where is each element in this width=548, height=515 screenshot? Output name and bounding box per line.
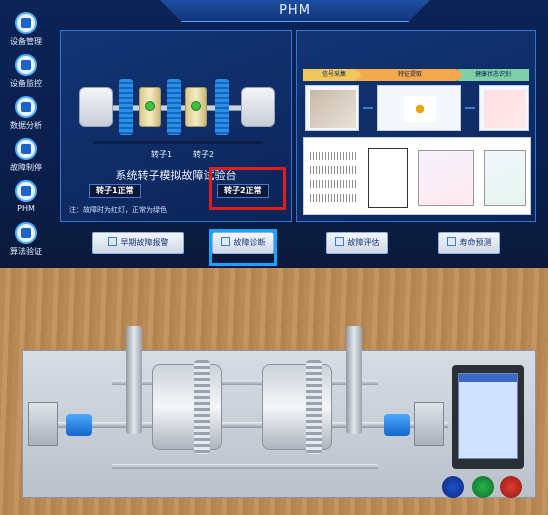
motor-right (241, 87, 275, 127)
rotor-1-status-light (145, 101, 155, 111)
feature-network-figure (377, 85, 461, 131)
step-feature-extraction: 特征提取 (355, 69, 465, 81)
rotor1-status-button[interactable]: 转子1正常 (89, 184, 141, 198)
fault-assessment-label: 故障评估 (347, 238, 380, 247)
sidebar-item-label: 设备监控 (10, 79, 42, 88)
algorithm-verify-icon (15, 222, 37, 244)
warning-icon (107, 237, 117, 246)
guide-rod (112, 464, 378, 469)
assessment-icon (334, 237, 344, 246)
red-button[interactable] (500, 476, 522, 498)
rotor-base (93, 141, 263, 144)
feature-line-plot (418, 150, 474, 206)
rotor-diagram (73, 61, 281, 153)
phm-page: PHM 设备管理 设备监控 数据分析 故障制停 PHM 算法验证 转子1 转子2… (0, 0, 548, 515)
fault-assessment-button[interactable]: 故障评估 (326, 232, 388, 254)
bearing-block-left (28, 402, 58, 446)
control-display (452, 365, 524, 469)
rotor-gear-2 (306, 360, 322, 454)
disk-3 (215, 79, 229, 135)
step-health-recognition: 健康状态识别 (457, 69, 529, 81)
step-signal-acquisition: 信号采集 (303, 69, 365, 81)
sidebar-item-label: PHM (17, 204, 35, 213)
prediction-icon (446, 237, 456, 246)
sidebar-item-label: 算法验证 (10, 247, 42, 256)
health-assessment-plot (484, 150, 526, 206)
display-header (459, 374, 517, 382)
rotor-disk-1 (152, 364, 222, 450)
signal-photo (305, 85, 359, 131)
flow-arrow (465, 107, 475, 109)
sidebar-item-algorithm-verify[interactable]: 算法验证 (0, 222, 52, 262)
health-scatter-figure (479, 85, 529, 131)
rotor2-highlight-box (209, 167, 286, 210)
sidebar-item-phm[interactable]: PHM (0, 180, 52, 220)
disk-2 (167, 79, 181, 135)
title-bar: PHM (160, 0, 430, 22)
rotor-2-status-light (191, 101, 201, 111)
early-warning-button[interactable]: 早期故障报警 (92, 232, 184, 254)
sidebar-item-device-management[interactable]: 设备管理 (0, 12, 52, 52)
flowchart (368, 148, 408, 208)
sidebar-item-label: 故障制停 (10, 163, 42, 172)
blue-knob[interactable] (442, 476, 464, 498)
test-rig-photo (0, 268, 548, 515)
coupler-left (66, 414, 92, 436)
vibration-wave (310, 166, 356, 174)
vibration-wave (310, 180, 356, 188)
life-prediction-button[interactable]: 寿命预测 (438, 232, 500, 254)
fault-diagnosis-highlight-box (209, 229, 277, 266)
process-diagram (303, 137, 531, 215)
sidebar-item-fault-stop[interactable]: 故障制停 (0, 138, 52, 178)
support-bracket (346, 326, 362, 434)
sidebar-item-data-analysis[interactable]: 数据分析 (0, 96, 52, 136)
vibration-wave (310, 194, 356, 202)
sidebar-item-label: 数据分析 (10, 121, 42, 130)
status-note: 注：故障时为红灯，正常为绿色 (69, 206, 167, 214)
display-screen (458, 373, 518, 459)
data-analysis-icon (15, 96, 37, 118)
rotor1-label: 转子1 (151, 150, 173, 159)
sidebar: 设备管理 设备监控 数据分析 故障制停 PHM 算法验证 (0, 8, 52, 266)
life-prediction-label: 寿命预测 (459, 238, 492, 247)
motor-left (79, 87, 113, 127)
disk-1 (119, 79, 133, 135)
early-warning-label: 早期故障报警 (120, 238, 169, 247)
bearing-block-right (414, 402, 444, 446)
monitor-icon (15, 54, 37, 76)
rotor2-label: 转子2 (193, 150, 215, 159)
process-panel: 信号采集 特征提取 健康状态识别 (296, 30, 536, 222)
coupler-right (384, 414, 410, 436)
device-management-icon (15, 12, 37, 34)
flow-arrow (363, 107, 373, 109)
green-button[interactable] (472, 476, 494, 498)
phm-icon (15, 180, 37, 202)
vibration-wave (310, 152, 356, 160)
phm-screen: PHM 设备管理 设备监控 数据分析 故障制停 PHM 算法验证 转子1 转子2… (0, 0, 548, 268)
rotor-gear-1 (194, 360, 210, 454)
app-title: PHM (279, 3, 311, 18)
sidebar-item-label: 设备管理 (10, 37, 42, 46)
fault-stop-icon (15, 138, 37, 160)
support-bracket (126, 326, 142, 434)
sidebar-item-monitor[interactable]: 设备监控 (0, 54, 52, 94)
